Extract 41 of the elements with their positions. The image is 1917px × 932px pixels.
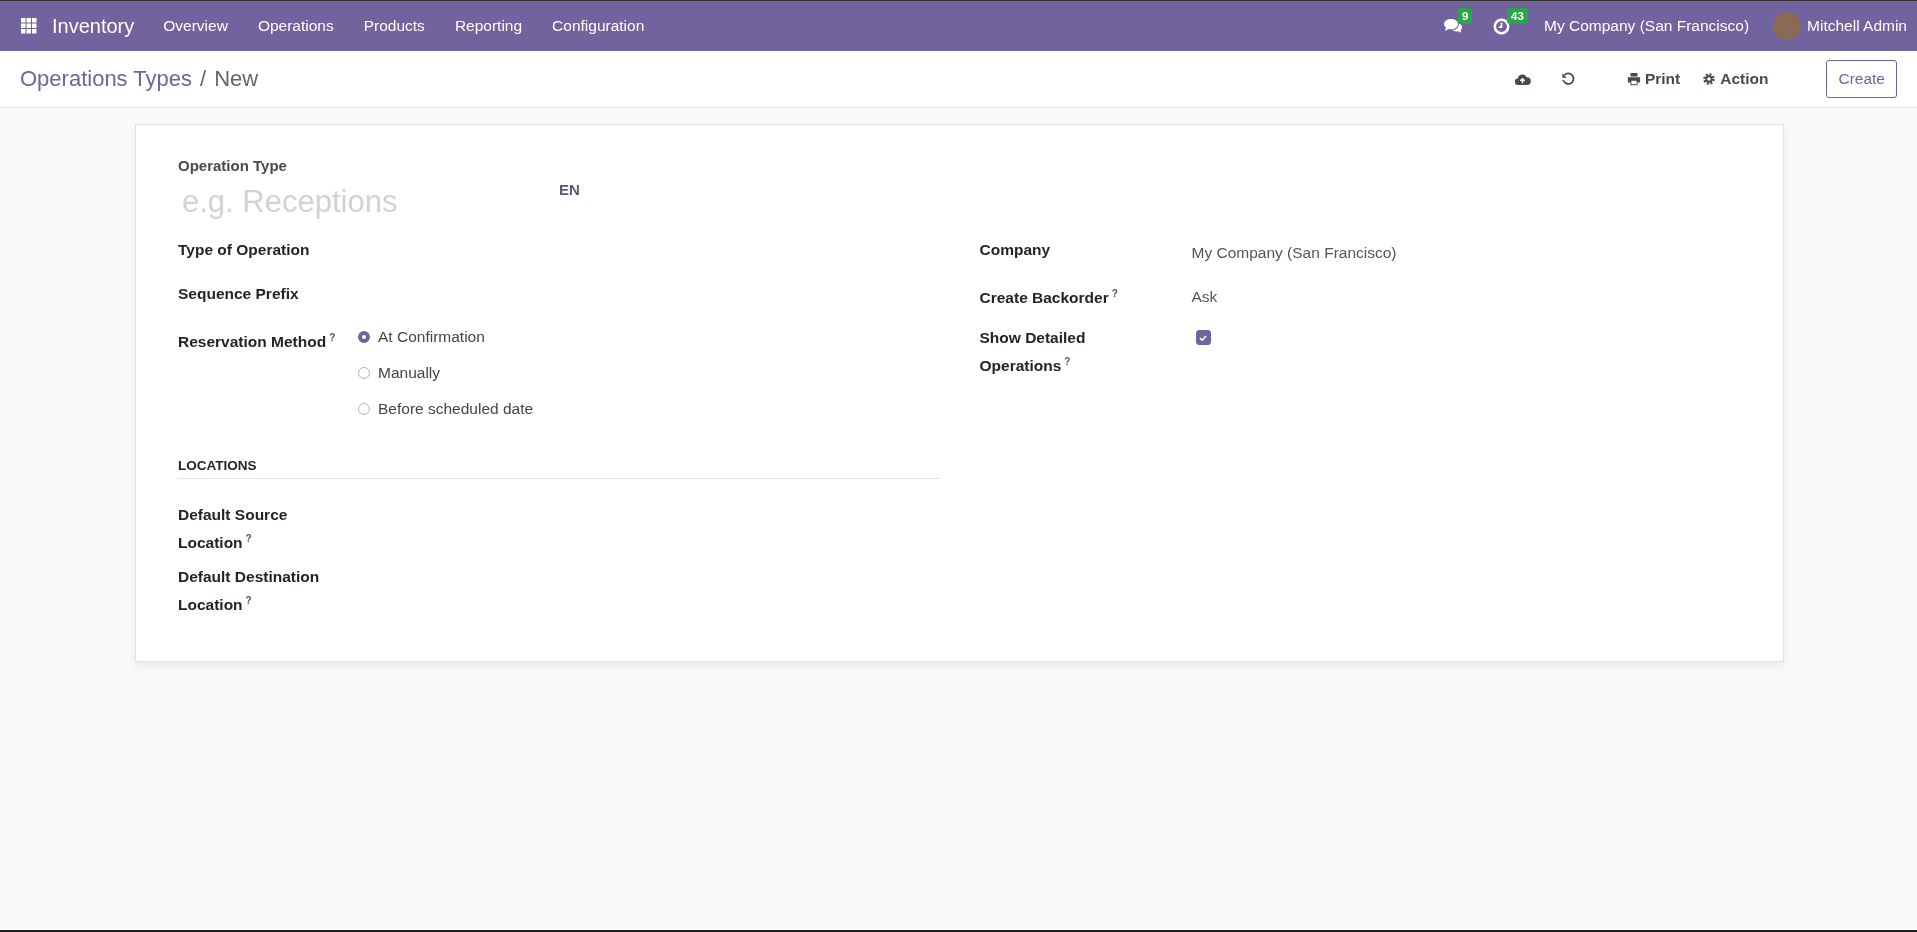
chat-icon[interactable] <box>1443 18 1464 34</box>
field-label: Company <box>979 240 1052 260</box>
field-value[interactable]: My Company (San Francisco) <box>1191 238 1741 265</box>
breadcrumb-link[interactable]: Operations Types <box>20 66 193 92</box>
activity-count-badge: 43 <box>1507 7 1528 24</box>
radio-option[interactable]: At Confirmation <box>358 328 940 346</box>
field-label: Reservation Method $^{?}$ <box>178 331 337 353</box>
radio-option[interactable]: Manually <box>358 364 940 382</box>
field-label: Operation Type <box>178 157 288 174</box>
field-label: Type of Operation <box>178 240 311 260</box>
field-label: Default Source Location $^{?}$ <box>178 505 289 554</box>
gear-icon <box>1702 72 1717 86</box>
user-menu[interactable]: Mitchell Admin <box>1807 17 1907 35</box>
menu-item[interactable]: Reporting <box>439 17 538 35</box>
print-button[interactable]: Print <box>1620 66 1687 92</box>
breadcrumb-separator: / <box>200 66 207 92</box>
section-heading: LOCATIONS <box>178 458 940 479</box>
app-name[interactable]: Inventory <box>52 14 135 38</box>
menu-item[interactable]: Configuration <box>537 17 660 35</box>
cloud-upload-icon[interactable] <box>1513 72 1531 86</box>
printer-icon <box>1626 72 1641 86</box>
field-label: Default Destination Location $^{?}$ <box>178 567 321 616</box>
menu-item[interactable]: Products <box>348 17 440 35</box>
apps-grid-icon[interactable] <box>21 18 37 34</box>
language-button[interactable]: EN <box>559 181 580 198</box>
message-count-badge: 9 <box>1458 8 1473 24</box>
field-label: Show Detailed Operations $^{?}$ <box>979 328 1087 377</box>
radio-option[interactable]: Before scheduled date <box>358 400 940 418</box>
radio-button[interactable] <box>358 331 370 343</box>
field-label: Create Backorder $^{?}$ <box>979 287 1119 309</box>
undo-icon[interactable] <box>1560 72 1575 86</box>
action-button[interactable]: Action <box>1696 66 1775 92</box>
breadcrumb-current: New <box>214 66 259 92</box>
field-value[interactable]: Ask <box>1191 282 1741 309</box>
create-button[interactable]: Create <box>1826 60 1897 98</box>
checkbox[interactable] <box>1195 330 1211 345</box>
clock-icon[interactable] <box>1493 17 1511 35</box>
field-label: Sequence Prefix <box>178 284 300 304</box>
menu-item[interactable]: Overview <box>148 17 243 35</box>
menu-item[interactable]: Operations <box>242 17 349 35</box>
company-switcher[interactable]: My Company (San Francisco) <box>1544 17 1750 35</box>
